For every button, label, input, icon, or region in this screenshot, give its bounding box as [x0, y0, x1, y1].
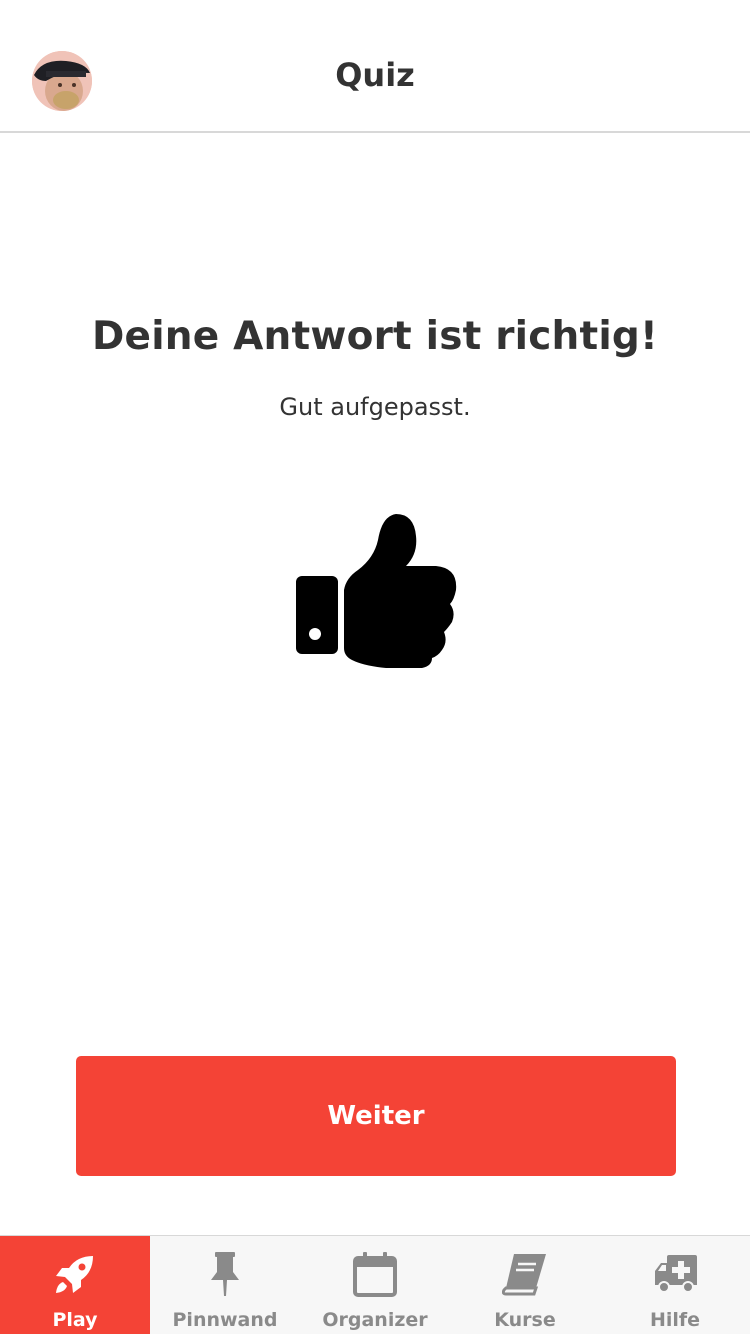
page-title: Quiz: [335, 56, 415, 94]
result-subtitle: Gut aufgepasst.: [279, 393, 471, 421]
quiz-screen: Quiz Deine Antwort ist richtig! Gut aufg…: [0, 0, 750, 1334]
tab-label-pinnwand: Pinnwand: [172, 1309, 278, 1331]
pushpin-icon: [201, 1250, 249, 1298]
tab-play[interactable]: Play: [0, 1236, 150, 1334]
ambulance-icon: [651, 1250, 699, 1298]
continue-button[interactable]: Weiter: [76, 1056, 676, 1176]
tab-label-organizer: Organizer: [322, 1309, 428, 1331]
tab-organizer[interactable]: Organizer: [300, 1236, 450, 1334]
tab-label-hilfe: Hilfe: [649, 1309, 701, 1331]
thumbs-up-icon: [296, 514, 457, 668]
rocket-icon: [51, 1250, 99, 1298]
book-icon: [501, 1250, 549, 1298]
result-title: Deine Antwort ist richtig!: [91, 314, 659, 359]
calendar-icon: [351, 1250, 399, 1298]
header: Quiz: [0, 0, 750, 133]
tab-label-kurse: Kurse: [494, 1309, 556, 1331]
tab-bar: Play Pinnwand Organizer Kurse Hilfe: [0, 1235, 750, 1334]
tab-label-play: Play: [52, 1309, 98, 1331]
tab-kurse[interactable]: Kurse: [450, 1236, 600, 1334]
tab-hilfe[interactable]: Hilfe: [600, 1236, 750, 1334]
tab-pinnwand[interactable]: Pinnwand: [150, 1236, 300, 1334]
